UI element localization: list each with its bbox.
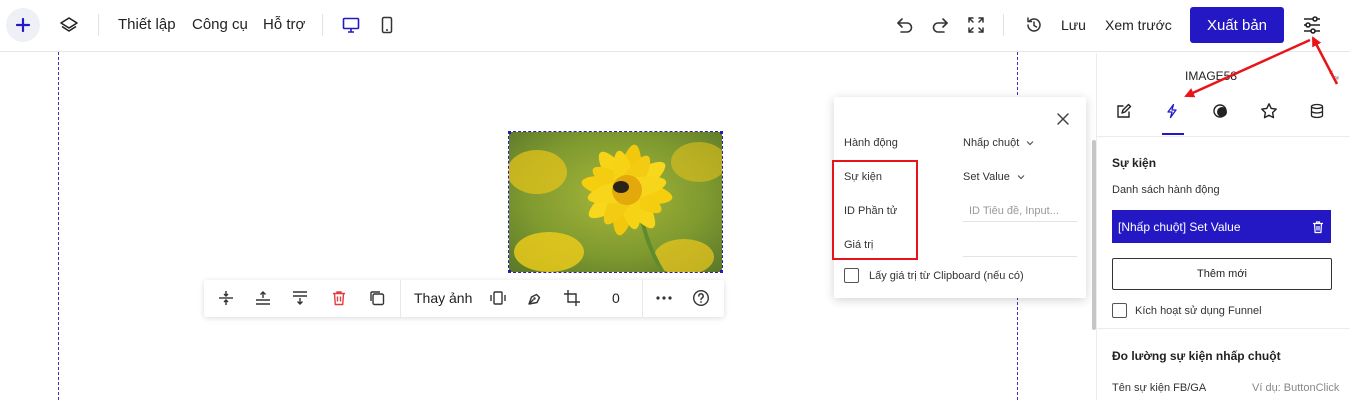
annotation-arrows	[1184, 36, 1339, 98]
arrow-to-events-tab	[1184, 38, 1311, 98]
arrow-to-settings-button	[1311, 36, 1339, 85]
